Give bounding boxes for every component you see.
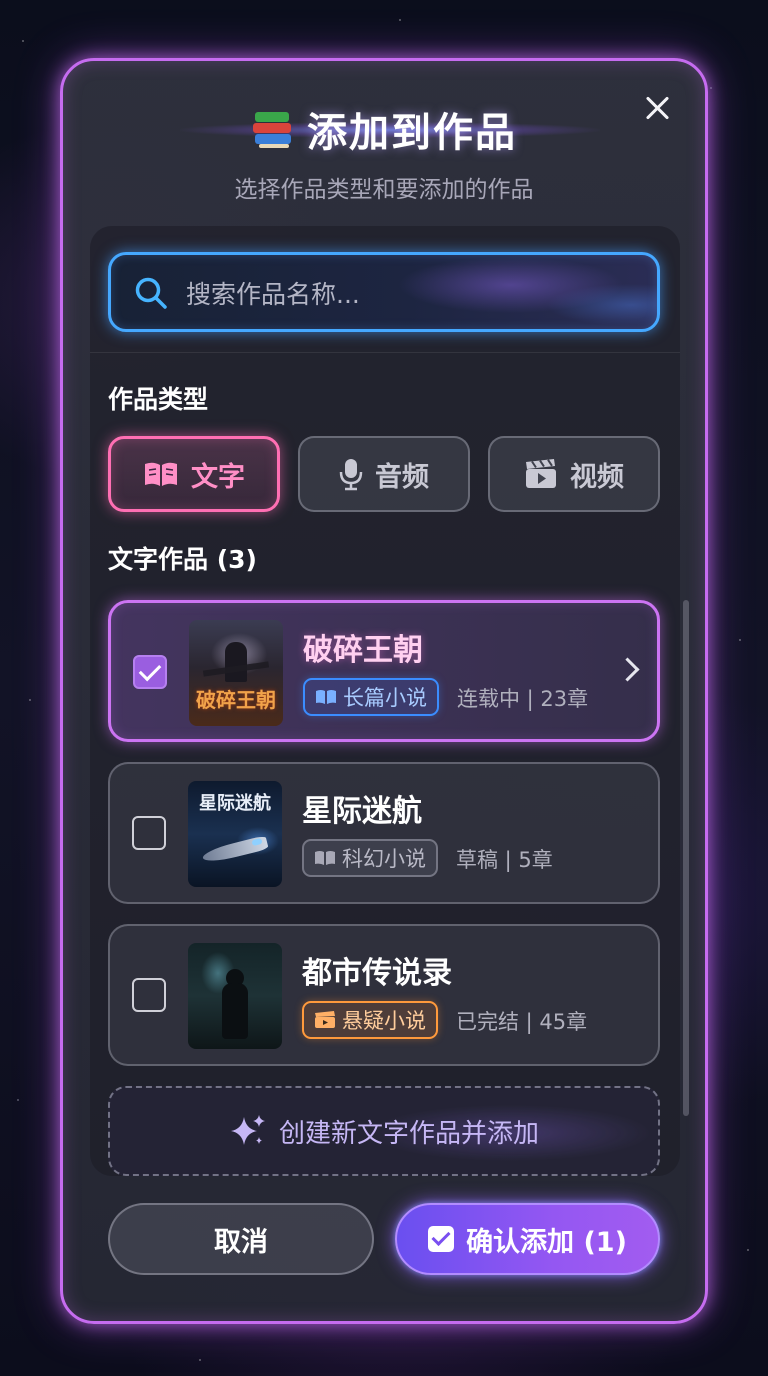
book-icon: [315, 851, 335, 865]
cover-image: 星际迷航: [188, 781, 282, 887]
work-checkbox[interactable]: [133, 655, 167, 689]
work-status: 连载中 | 23章: [457, 687, 589, 711]
divider: [90, 352, 680, 353]
dialog-subtitle: 选择作品类型和要添加的作品: [234, 177, 534, 203]
cover-image: 破碎王朝: [189, 620, 283, 726]
work-item[interactable]: 都市传说录 悬疑小说 已完结 | 45章: [108, 924, 660, 1066]
clapperboard-icon: [315, 1011, 335, 1028]
genre-badge: 悬疑小说: [302, 1001, 438, 1039]
dialog-title: 添加到作品: [307, 110, 517, 156]
microphone-icon: [339, 459, 363, 491]
confirm-add-button[interactable]: 确认添加 (1): [395, 1203, 660, 1275]
work-status: 草稿 | 5章: [456, 848, 553, 872]
create-new-work-button[interactable]: 创建新文字作品并添加: [108, 1086, 660, 1176]
search-icon: [135, 277, 167, 309]
clapperboard-icon: [526, 459, 556, 488]
checkbox-checked-icon: [428, 1226, 455, 1252]
type-tab-video-label: 视频: [570, 461, 624, 493]
book-icon: [316, 690, 336, 704]
work-title: 都市传说录: [302, 956, 452, 991]
type-section-label: 作品类型: [108, 385, 209, 414]
work-checkbox[interactable]: [132, 816, 166, 850]
cancel-button[interactable]: 取消: [108, 1203, 374, 1275]
work-title: 破碎王朝: [303, 633, 423, 668]
type-tab-audio-label: 音频: [375, 461, 429, 493]
type-tab-text-label: 文字: [191, 461, 245, 493]
dialog-header: 添加到作品: [0, 100, 768, 158]
books-icon: [251, 108, 297, 150]
create-new-work-label: 创建新文字作品并添加: [278, 1118, 539, 1149]
genre-label: 悬疑小说: [342, 1009, 426, 1033]
works-section-label: 文字作品 (3): [108, 545, 257, 574]
genre-badge: 长篇小说: [303, 678, 439, 716]
work-item[interactable]: 破碎王朝 破碎王朝 长篇小说 连载中 | 23章: [108, 600, 660, 742]
type-tab-text[interactable]: 文字: [108, 436, 280, 512]
work-title: 星际迷航: [302, 794, 422, 829]
scrollbar[interactable]: [683, 600, 689, 1116]
sparkle-icon: [230, 1115, 265, 1145]
genre-badge: 科幻小说: [302, 839, 438, 877]
work-status: 已完结 | 45章: [456, 1010, 588, 1034]
chevron-right-icon[interactable]: [615, 657, 640, 682]
confirm-add-label: 确认添加 (1): [466, 1226, 627, 1258]
genre-label: 长篇小说: [343, 686, 427, 710]
work-checkbox[interactable]: [132, 978, 166, 1012]
type-tab-video[interactable]: 视频: [488, 436, 660, 512]
cover-title: 星际迷航: [199, 793, 271, 814]
genre-label: 科幻小说: [342, 847, 426, 871]
cover-image: [188, 943, 282, 1049]
cover-title: 破碎王朝: [196, 688, 276, 712]
work-item[interactable]: 星际迷航 星际迷航 科幻小说 草稿 | 5章: [108, 762, 660, 904]
book-open-icon: [145, 462, 177, 486]
search-input[interactable]: [184, 268, 638, 320]
type-tab-audio[interactable]: 音频: [298, 436, 470, 512]
